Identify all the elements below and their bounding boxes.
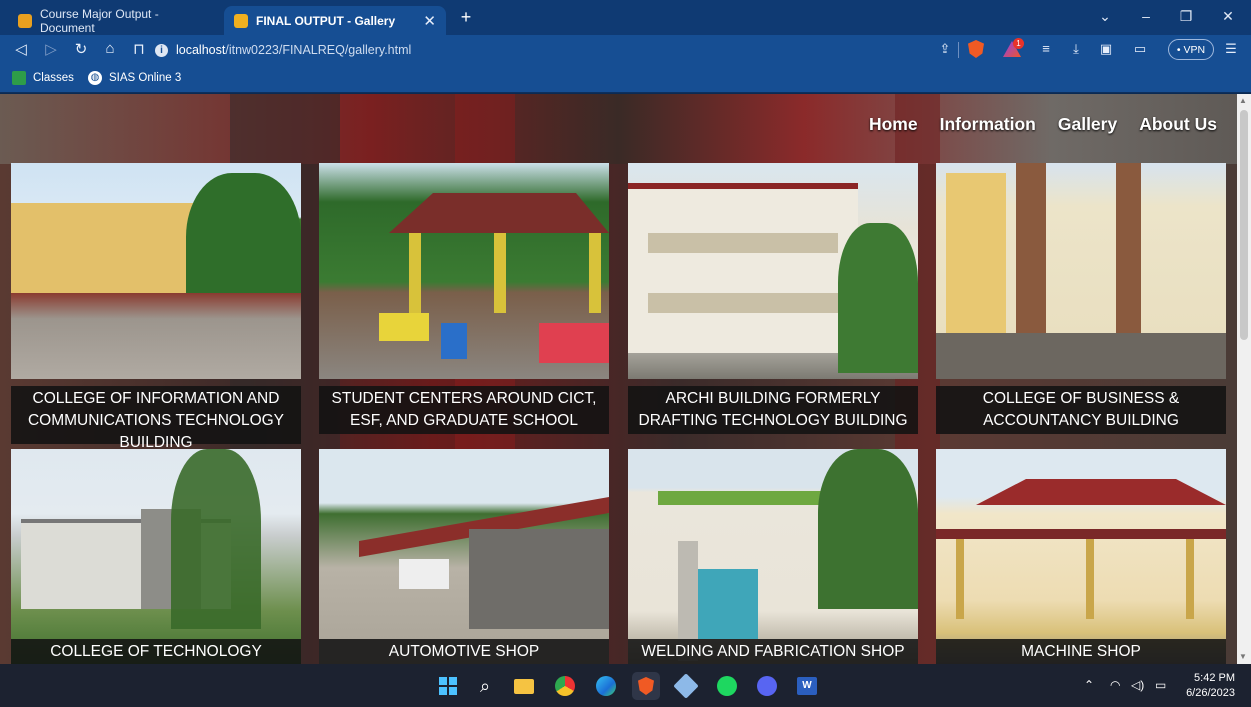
forward-icon[interactable]: ▷ (42, 40, 60, 58)
tab-final-output-gallery[interactable]: FINAL OUTPUT - Gallery ✕ (224, 6, 446, 35)
gallery-photo[interactable] (319, 449, 609, 664)
tab-label: Course Major Output - Document (40, 6, 159, 35)
back-icon[interactable]: ◁ (12, 40, 30, 58)
clock-date: 6/26/2023 (1186, 687, 1235, 699)
nav-about-us[interactable]: About Us (1139, 114, 1217, 135)
new-tab-icon[interactable]: + (456, 7, 476, 28)
tab-search-chevron-icon[interactable]: ⌄ (1095, 8, 1115, 25)
browser-toolbar: ◁ ▷ ↻ ⌂ ⊓ i localhost/itnw0223/FINALREQ/… (0, 35, 1251, 65)
gallery-caption: MACHINE SHOP (936, 639, 1226, 664)
gallery-page: Home Information Gallery About Us COLLEG… (0, 94, 1237, 664)
battery-icon[interactable]: ▭ (1155, 678, 1166, 692)
nav-information[interactable]: Information (940, 114, 1036, 135)
close-window-icon[interactable]: ✕ (1218, 8, 1238, 25)
nav-home[interactable]: Home (869, 114, 918, 135)
tab-label: FINAL OUTPUT - Gallery (256, 13, 396, 28)
gallery-caption: COLLEGE OF BUSINESS & ACCOUNTANCY BUILDI… (936, 386, 1226, 434)
bookmark-icon[interactable]: ⊓ (130, 40, 148, 58)
rewards-badge: 1 (1013, 38, 1024, 49)
file-explorer-icon[interactable] (510, 672, 538, 700)
site-info-icon[interactable]: i (155, 43, 168, 57)
gallery-photo[interactable] (936, 163, 1226, 379)
reload-icon[interactable]: ↻ (72, 40, 90, 58)
search-icon[interactable]: ⌕ (471, 672, 499, 700)
scroll-down-icon[interactable]: ▼ (1239, 652, 1247, 661)
system-clock[interactable]: 5:42 PM 6/26/2023 (1186, 671, 1235, 701)
divider (958, 42, 959, 58)
vpn-button[interactable]: • VPN (1168, 39, 1214, 60)
classes-icon (12, 71, 26, 85)
restore-icon[interactable]: ❐ (1176, 8, 1196, 25)
share-icon[interactable]: ⇪ (936, 41, 954, 57)
gallery-photo[interactable] (936, 449, 1226, 664)
gallery-photo[interactable] (11, 449, 301, 664)
wallet-icon[interactable]: ▭ (1131, 41, 1149, 57)
scrollbar-thumb[interactable] (1240, 110, 1248, 340)
virtualbox-icon[interactable] (672, 672, 700, 700)
bookmark-sias-online[interactable]: ◍ SIAS Online 3 (88, 71, 181, 85)
edge-icon[interactable] (592, 672, 620, 700)
tab-course-major-output[interactable]: Course Major Output - Document (8, 6, 222, 35)
close-tab-icon[interactable]: ✕ (423, 12, 436, 30)
gallery-caption: COLLEGE OF TECHNOLOGY BUILDING (11, 639, 301, 664)
gallery-caption: WELDING AND FABRICATION SHOP (628, 639, 918, 664)
scroll-up-icon[interactable]: ▲ (1239, 96, 1247, 105)
gallery-favicon-icon (234, 13, 248, 28)
bookmarks-bar: Classes ◍ SIAS Online 3 (0, 65, 1251, 93)
tray-chevron-icon[interactable]: ⌃ (1084, 678, 1094, 692)
gallery-photo[interactable] (628, 163, 918, 379)
gallery-caption: STUDENT CENTERS AROUND CICT, ESF, AND GR… (319, 386, 609, 434)
gallery-caption: AUTOMOTIVE SHOP (319, 639, 609, 664)
tab-strip: Course Major Output - Document FINAL OUT… (0, 0, 1251, 35)
start-icon[interactable] (434, 672, 462, 700)
word-icon[interactable]: W (793, 672, 821, 700)
download-icon[interactable]: ⤓ (1067, 41, 1085, 57)
volume-icon[interactable]: ◁) (1131, 678, 1144, 692)
document-favicon-icon (18, 13, 32, 28)
url-host: localhost (176, 43, 226, 57)
discord-icon[interactable] (753, 672, 781, 700)
spotify-icon[interactable] (713, 672, 741, 700)
gallery-photo[interactable] (11, 163, 301, 379)
gallery-caption: COLLEGE OF INFORMATION AND COMMUNICATION… (11, 386, 301, 451)
gallery-caption: ARCHI BUILDING FORMERLY DRAFTING TECHNOL… (628, 386, 918, 434)
menu-icon[interactable]: ☰ (1222, 41, 1240, 57)
brave-icon[interactable] (632, 672, 660, 700)
wifi-icon[interactable]: ◠ (1110, 678, 1120, 692)
windows-taskbar: ⌕ W ⌃ ◠ ◁) ▭ 5:42 PM 6/26/2023 (0, 664, 1251, 707)
gallery-photo[interactable] (319, 163, 609, 379)
sidebar-icon[interactable]: ▣ (1097, 41, 1115, 57)
brave-shields-icon[interactable] (968, 40, 984, 58)
gallery-photo[interactable] (628, 449, 918, 664)
clock-time: 5:42 PM (1194, 672, 1235, 684)
globe-icon: ◍ (88, 71, 102, 85)
nav-gallery[interactable]: Gallery (1058, 114, 1117, 135)
home-icon[interactable]: ⌂ (101, 40, 119, 57)
bookmark-classes[interactable]: Classes (12, 71, 74, 85)
url-path: /itnw0223/FINALREQ/gallery.html (225, 43, 412, 57)
bookmark-label: Classes (33, 72, 74, 84)
bookmark-label: SIAS Online 3 (109, 72, 182, 84)
playlist-icon[interactable]: ≡ (1037, 41, 1055, 56)
site-navigation: Home Information Gallery About Us (869, 114, 1217, 135)
minimize-icon[interactable]: – (1136, 8, 1156, 24)
chrome-icon[interactable] (551, 672, 579, 700)
address-bar[interactable]: i localhost/itnw0223/FINALREQ/gallery.ht… (155, 38, 955, 62)
